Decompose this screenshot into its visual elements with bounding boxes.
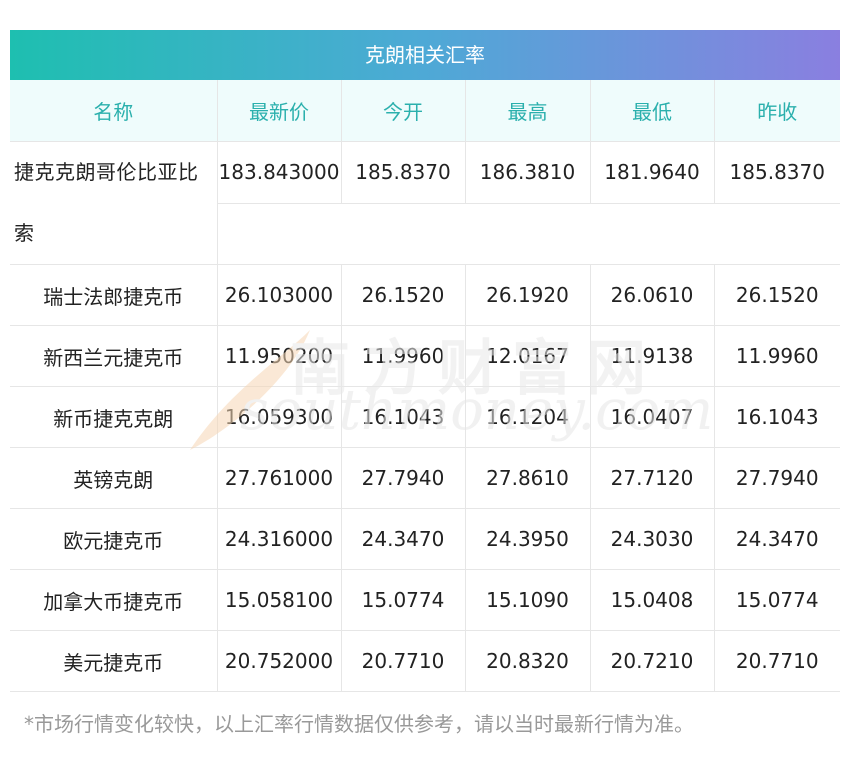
table-row: 英镑克朗 27.761000 27.7940 27.8610 27.7120 2…: [10, 447, 840, 509]
high-price: 27.8610: [464, 447, 590, 509]
low-price: 15.0408: [589, 569, 714, 631]
low-price: 27.7120: [589, 447, 714, 509]
latest-price: 26.103000: [216, 264, 341, 326]
currency-pair-name: 新西兰元捷克币: [10, 325, 217, 387]
latest-price: 15.058100: [216, 569, 341, 631]
high-price: 26.1920: [464, 264, 590, 326]
low-price: 16.0407: [589, 386, 714, 448]
high-price: 20.8320: [464, 630, 590, 692]
low-price: 20.7210: [589, 630, 714, 692]
column-header-prev-close: 昨收: [713, 80, 840, 142]
table-row: 新西兰元捷克币 11.950200 11.9960 12.0167 11.913…: [10, 325, 840, 387]
column-header-latest: 最新价: [216, 80, 341, 142]
column-header-open: 今开: [340, 80, 465, 142]
column-header-high: 最高: [464, 80, 590, 142]
high-price: 16.1204: [464, 386, 590, 448]
open-price: 15.0774: [340, 569, 465, 631]
prev-close-price: 11.9960: [713, 325, 840, 387]
page: 克朗相关汇率 名称 最新价 今开 最高 最低 昨收 捷克克朗哥伦比亚比索 183…: [0, 0, 850, 757]
open-price: 16.1043: [340, 386, 465, 448]
latest-price: 20.752000: [216, 630, 341, 692]
table-row: 瑞士法郎捷克币 26.103000 26.1520 26.1920 26.061…: [10, 264, 840, 326]
prev-close-price: 185.8370: [713, 141, 840, 204]
prev-close-price: 27.7940: [713, 447, 840, 509]
open-price: 185.8370: [340, 141, 465, 204]
latest-price: 24.316000: [216, 508, 341, 570]
latest-price: 16.059300: [216, 386, 341, 448]
table-row: 新币捷克克朗 16.059300 16.1043 16.1204 16.0407…: [10, 386, 840, 448]
currency-pair-name: 美元捷克币: [10, 630, 217, 692]
latest-price: 27.761000: [216, 447, 341, 509]
high-price: 24.3950: [464, 508, 590, 570]
low-price: 11.9138: [589, 325, 714, 387]
latest-price: 11.950200: [216, 325, 341, 387]
high-price: 15.1090: [464, 569, 590, 631]
currency-pair-name: 瑞士法郎捷克币: [10, 264, 217, 326]
column-header-low: 最低: [589, 80, 714, 142]
table-row: 捷克克朗哥伦比亚比索 183.843000 185.8370 186.3810 …: [10, 141, 840, 265]
table-row: 美元捷克币 20.752000 20.7710 20.8320 20.7210 …: [10, 630, 840, 692]
open-price: 20.7710: [340, 630, 465, 692]
header-row: 名称 最新价 今开 最高 最低 昨收: [10, 80, 840, 142]
table-row: 欧元捷克币 24.316000 24.3470 24.3950 24.3030 …: [10, 508, 840, 570]
open-price: 24.3470: [340, 508, 465, 570]
prev-close-price: 16.1043: [713, 386, 840, 448]
empty-cell: [216, 203, 840, 265]
open-price: 11.9960: [340, 325, 465, 387]
prev-close-price: 26.1520: [713, 264, 840, 326]
latest-price: 183.843000: [216, 141, 341, 204]
column-header-name: 名称: [10, 80, 217, 142]
exchange-rate-table: 名称 最新价 今开 最高 最低 昨收 捷克克朗哥伦比亚比索 183.843000…: [10, 80, 840, 692]
currency-pair-name: 加拿大币捷克币: [10, 569, 217, 631]
open-price: 27.7940: [340, 447, 465, 509]
currency-pair-name: 欧元捷克币: [10, 508, 217, 570]
table-row: 加拿大币捷克币 15.058100 15.0774 15.1090 15.040…: [10, 569, 840, 631]
prev-close-price: 20.7710: [713, 630, 840, 692]
high-price: 186.3810: [464, 141, 590, 204]
high-price: 12.0167: [464, 325, 590, 387]
table-title: 克朗相关汇率: [10, 30, 840, 80]
prev-close-price: 15.0774: [713, 569, 840, 631]
prev-close-price: 24.3470: [713, 508, 840, 570]
currency-pair-name: 英镑克朗: [10, 447, 217, 509]
disclaimer-note: *市场行情变化较快，以上汇率行情数据仅供参考，请以当时最新行情为准。: [24, 712, 694, 736]
low-price: 181.9640: [589, 141, 714, 204]
low-price: 24.3030: [589, 508, 714, 570]
open-price: 26.1520: [340, 264, 465, 326]
low-price: 26.0610: [589, 264, 714, 326]
currency-pair-name: 新币捷克克朗: [10, 386, 217, 448]
currency-pair-name: 捷克克朗哥伦比亚比索: [10, 141, 217, 265]
